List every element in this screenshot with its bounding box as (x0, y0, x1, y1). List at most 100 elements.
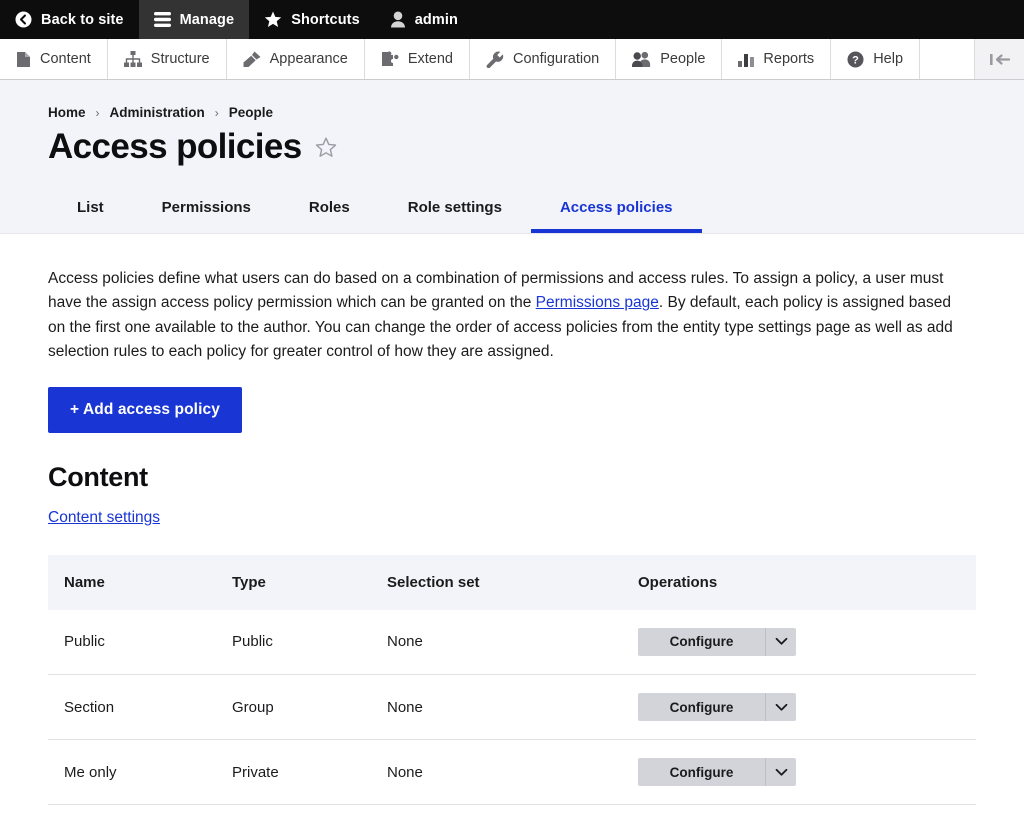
star-icon (264, 11, 282, 28)
menu-item-reports-label: Reports (763, 51, 814, 67)
collapse-left-icon (989, 52, 1011, 67)
dropbutton-toggle[interactable] (765, 758, 796, 786)
add-access-policy-button[interactable]: + Add access policy (48, 387, 242, 433)
configure-button[interactable]: Configure (638, 693, 765, 721)
admin-toolbar: Back to site Manage Shortcuts admin (0, 0, 1024, 39)
title-row: Access policies (48, 120, 976, 167)
menu-item-content-label: Content (40, 51, 91, 67)
dropbutton: Configure (638, 628, 796, 656)
menu-item-configuration[interactable]: Configuration (470, 39, 616, 79)
table-header: Name Type Selection set Operations (48, 555, 976, 610)
content-settings-link[interactable]: Content settings (48, 509, 160, 527)
user-icon (390, 11, 406, 28)
dropbutton-toggle[interactable] (765, 693, 796, 721)
cell-type: Group (216, 675, 371, 740)
tab-list-label: List (77, 199, 104, 216)
paintbrush-icon (243, 51, 261, 68)
intro-paragraph: Access policies define what users can do… (48, 234, 968, 365)
cell-operations: Configure (622, 610, 976, 675)
page-header: Home › Administration › People Access po… (0, 80, 1024, 234)
cell-selection-set: None (371, 740, 622, 805)
menu-item-appearance[interactable]: Appearance (227, 39, 365, 79)
chevron-down-icon (775, 703, 788, 712)
cell-name: Section (48, 675, 216, 740)
puzzle-piece-icon (381, 51, 399, 67)
tab-access-policies[interactable]: Access policies (531, 187, 702, 233)
menu-item-people-label: People (660, 51, 705, 67)
main-content: Access policies define what users can do… (0, 234, 1024, 805)
configure-button[interactable]: Configure (638, 628, 765, 656)
cell-name: Me only (48, 740, 216, 805)
cell-selection-set: None (371, 610, 622, 675)
toolbar-collapse-button[interactable] (975, 39, 1024, 79)
menu-item-extend[interactable]: Extend (365, 39, 470, 79)
breadcrumb-item-administration[interactable]: Administration (110, 105, 205, 120)
menu-item-configuration-label: Configuration (513, 51, 599, 67)
document-icon (16, 51, 31, 68)
shortcuts-label: Shortcuts (291, 12, 360, 28)
column-header-name: Name (48, 555, 216, 610)
svg-text:?: ? (852, 54, 859, 66)
menu-item-reports[interactable]: Reports (722, 39, 831, 79)
menu-item-people[interactable]: People (616, 39, 722, 79)
cell-selection-set: None (371, 675, 622, 740)
cell-operations: Configure (622, 740, 976, 805)
admin-menu-bar: Content Structure Appearance Extend Conf… (0, 39, 1024, 80)
table-row: Section Group None Configure (48, 675, 976, 740)
shortcuts-button[interactable]: Shortcuts (249, 0, 375, 39)
breadcrumb-item-home[interactable]: Home (48, 105, 86, 120)
hamburger-icon (154, 12, 171, 27)
table-row: Public Public None Configure (48, 610, 976, 675)
wrench-icon (486, 51, 504, 68)
table-row: Me only Private None Configure (48, 740, 976, 805)
menu-item-extend-label: Extend (408, 51, 453, 67)
access-policies-table: Name Type Selection set Operations Publi… (48, 555, 976, 806)
question-circle-icon: ? (847, 51, 864, 68)
tab-permissions[interactable]: Permissions (133, 187, 280, 233)
tab-list[interactable]: List (48, 187, 133, 233)
breadcrumb-item-people[interactable]: People (229, 105, 273, 120)
tab-permissions-label: Permissions (162, 199, 251, 216)
manage-button[interactable]: Manage (139, 0, 250, 39)
table-header-row: Name Type Selection set Operations (48, 555, 976, 610)
dropbutton-toggle[interactable] (765, 628, 796, 656)
user-account-label: admin (415, 12, 458, 28)
menu-item-help[interactable]: ? Help (831, 39, 920, 79)
column-header-selection-set: Selection set (371, 555, 622, 610)
cell-name: Public (48, 610, 216, 675)
menu-item-structure-label: Structure (151, 51, 210, 67)
menu-item-appearance-label: Appearance (270, 51, 348, 67)
page-title: Access policies (48, 127, 302, 167)
column-header-operations: Operations (622, 555, 976, 610)
cell-type: Public (216, 610, 371, 675)
breadcrumb-separator: › (96, 106, 100, 120)
cell-operations: Configure (622, 675, 976, 740)
permissions-page-link[interactable]: Permissions page (536, 294, 659, 311)
menu-item-help-label: Help (873, 51, 903, 67)
back-arrow-circle-icon (15, 11, 32, 28)
table-body: Public Public None Configure Section (48, 610, 976, 805)
menu-bar-spacer (920, 39, 975, 79)
tab-role-settings-label: Role settings (408, 199, 502, 216)
dropbutton: Configure (638, 758, 796, 786)
column-header-type: Type (216, 555, 371, 610)
configure-button[interactable]: Configure (638, 758, 765, 786)
chevron-down-icon (775, 637, 788, 646)
menu-item-content[interactable]: Content (0, 39, 108, 79)
back-to-site-button[interactable]: Back to site (0, 0, 139, 39)
people-icon (632, 51, 651, 67)
tab-roles[interactable]: Roles (280, 187, 379, 233)
menu-item-structure[interactable]: Structure (108, 39, 227, 79)
cell-type: Private (216, 740, 371, 805)
chevron-down-icon (775, 768, 788, 777)
star-outline-icon[interactable] (315, 137, 337, 158)
back-to-site-label: Back to site (41, 12, 124, 28)
sitemap-icon (124, 51, 142, 67)
user-account-button[interactable]: admin (375, 0, 473, 39)
page-tabs: List Permissions Roles Role settings Acc… (48, 187, 976, 233)
tab-role-settings[interactable]: Role settings (379, 187, 531, 233)
breadcrumb: Home › Administration › People (48, 80, 976, 120)
tab-access-policies-label: Access policies (560, 199, 673, 216)
bar-chart-icon (738, 51, 754, 67)
tab-roles-label: Roles (309, 199, 350, 216)
